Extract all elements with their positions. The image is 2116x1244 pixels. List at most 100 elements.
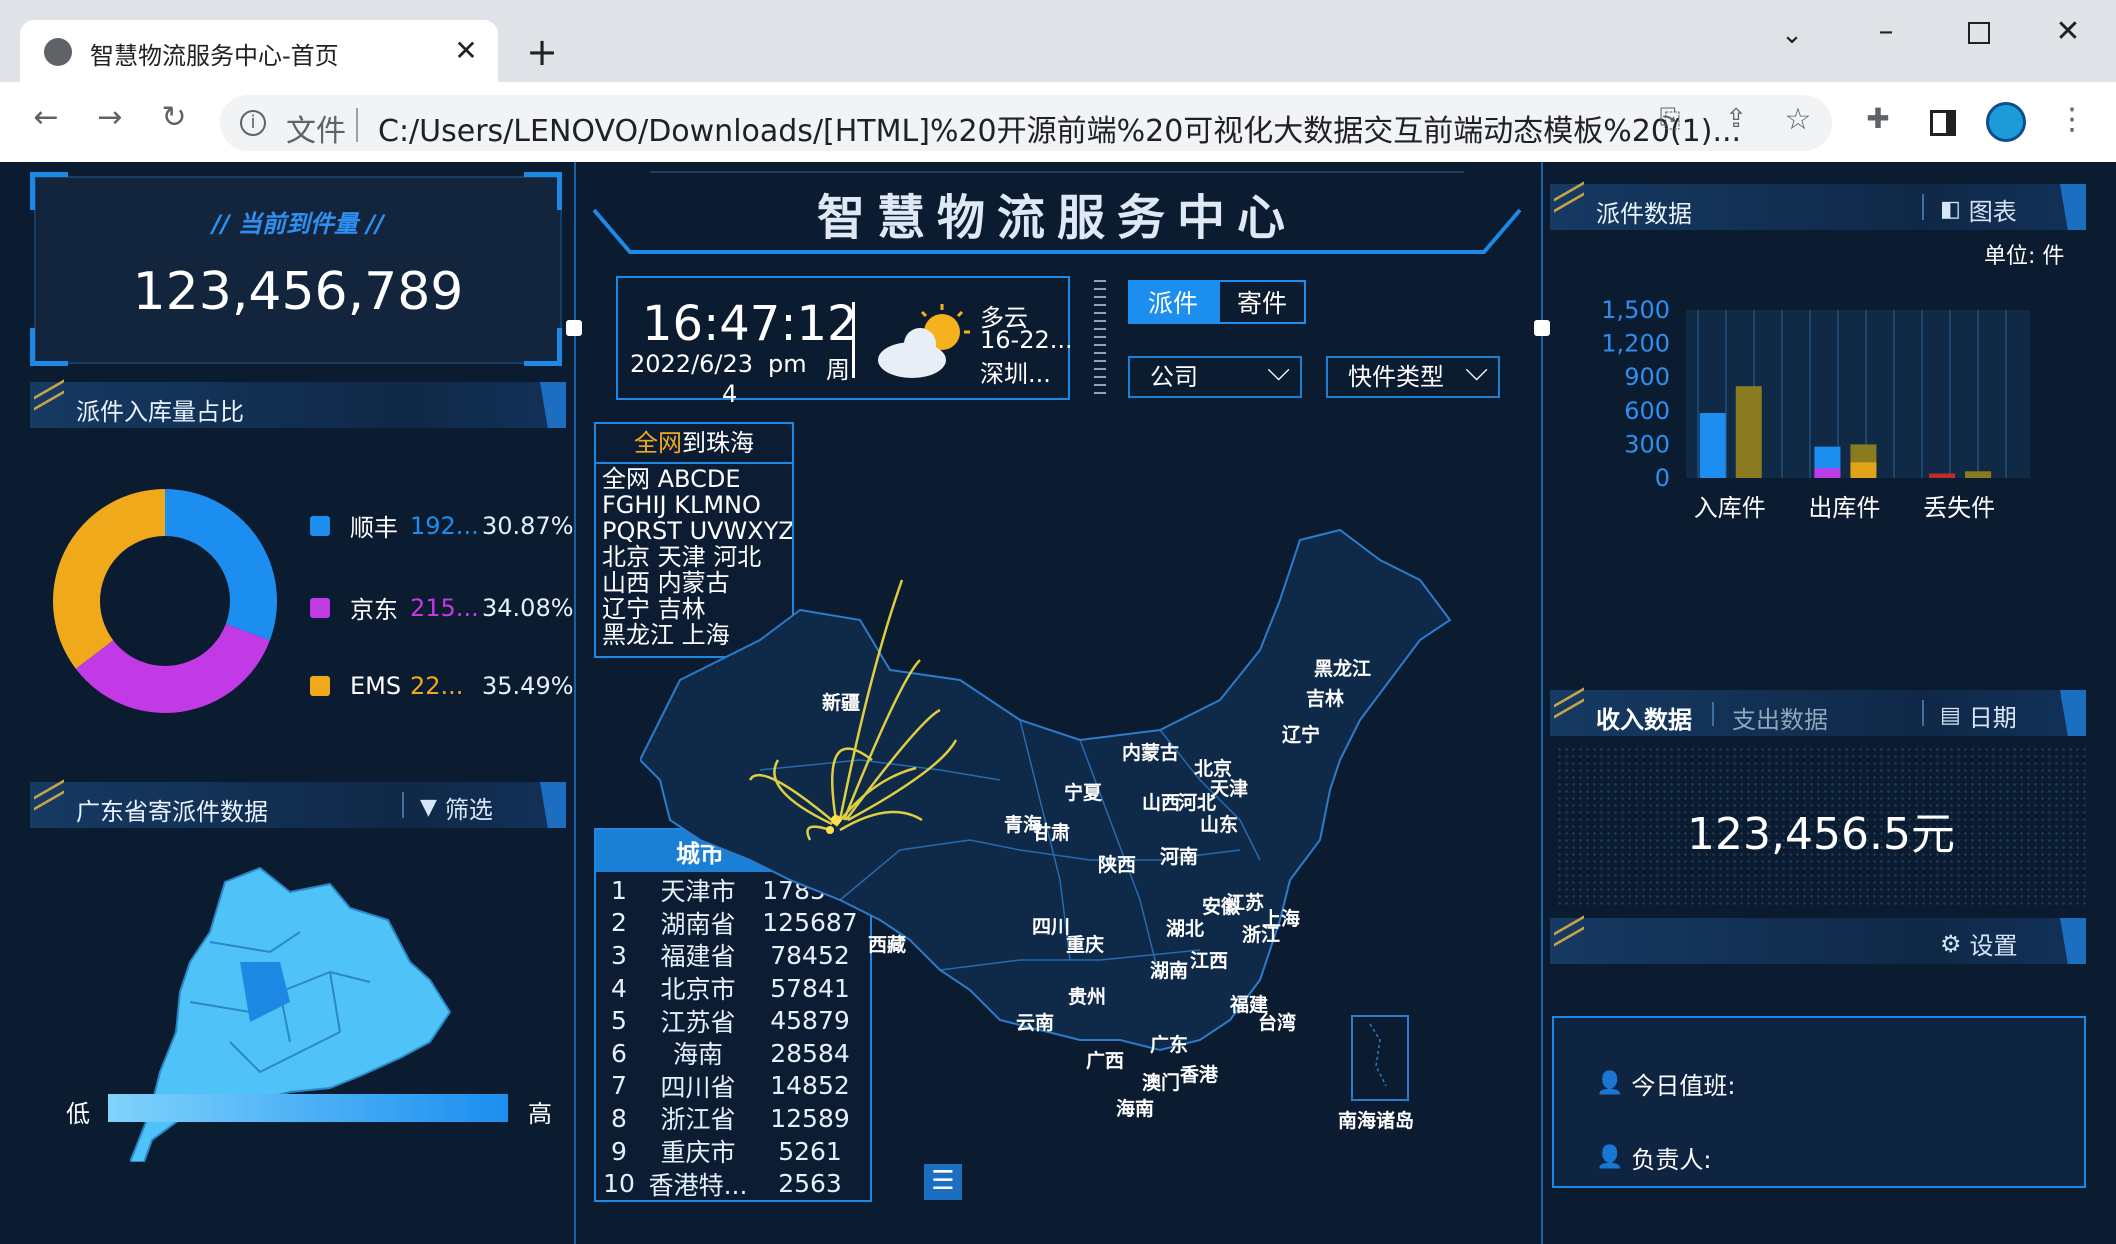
chart-icon: ◧ bbox=[1940, 197, 1961, 222]
province-label[interactable]: 澳门 bbox=[1142, 1068, 1180, 1095]
settings-button[interactable]: ⚙ 设置 bbox=[1940, 926, 2018, 961]
divider-handle[interactable] bbox=[1534, 320, 1550, 336]
bar-segment[interactable] bbox=[1850, 462, 1877, 478]
extensions-icon[interactable]: ✚ bbox=[1856, 102, 1900, 135]
donut-slice[interactable] bbox=[165, 489, 277, 641]
page-title: 智慧物流服务中心 bbox=[816, 190, 1297, 246]
tab-search-chevron-icon[interactable]: ⌄ bbox=[1770, 20, 1814, 50]
minimize-icon[interactable]: – bbox=[1864, 14, 1908, 49]
province-label[interactable]: 香港 bbox=[1180, 1060, 1218, 1087]
express-type-select[interactable]: 快件类型 ⌵ bbox=[1326, 353, 1500, 398]
info-icon[interactable]: i bbox=[240, 110, 266, 136]
gear-icon: ⚙ bbox=[1940, 929, 1962, 958]
translate-icon[interactable]: ⎘ bbox=[1648, 104, 1692, 135]
province-label[interactable]: 西藏 bbox=[868, 930, 906, 957]
x-tick-label: 丢失件 bbox=[1923, 494, 1995, 522]
province-label[interactable]: 内蒙古 bbox=[1122, 738, 1179, 765]
header-tail-decoration bbox=[540, 782, 566, 828]
close-tab-icon[interactable]: ✕ bbox=[444, 34, 488, 67]
clock-weekday: 周 bbox=[826, 356, 850, 384]
province-label[interactable]: 江苏 bbox=[1226, 888, 1264, 915]
globe-icon bbox=[44, 38, 72, 66]
share-icon[interactable]: ⇪ bbox=[1714, 104, 1758, 134]
bookmark-star-icon[interactable]: ☆ bbox=[1776, 102, 1820, 137]
reload-icon[interactable]: ↻ bbox=[152, 100, 196, 135]
province-label[interactable]: 吉林 bbox=[1306, 684, 1344, 711]
province-label[interactable]: 重庆 bbox=[1066, 930, 1104, 957]
list-menu-icon[interactable]: ☰ bbox=[924, 1164, 962, 1200]
header-divider bbox=[402, 792, 404, 818]
close-window-icon[interactable]: ✕ bbox=[2046, 14, 2090, 49]
province-label[interactable]: 江西 bbox=[1190, 946, 1228, 973]
arrival-label: // 当前到件量 // bbox=[212, 210, 384, 238]
legend-name: 顺丰 bbox=[350, 514, 398, 542]
province-label[interactable]: 新疆 bbox=[822, 688, 860, 715]
legend-value: 192... bbox=[410, 511, 479, 540]
province-label[interactable]: 湖北 bbox=[1166, 914, 1204, 941]
rank-cell: 10 bbox=[603, 1169, 635, 1199]
express-type-select-value: 快件类型 bbox=[1348, 363, 1444, 391]
province-label[interactable]: 宁夏 bbox=[1064, 778, 1102, 805]
province-label[interactable]: 云南 bbox=[1016, 1008, 1054, 1035]
province-label[interactable]: 湖南 bbox=[1150, 956, 1188, 983]
bar[interactable] bbox=[1699, 413, 1726, 478]
forward-icon[interactable]: → bbox=[88, 100, 132, 135]
company-select[interactable]: 公司 ⌵ bbox=[1128, 353, 1302, 398]
province-label[interactable]: 浙江 bbox=[1242, 920, 1280, 947]
url-text[interactable]: C:/Users/LENOVO/Downloads/[HTML]%20开源前端%… bbox=[378, 106, 1741, 150]
south-china-sea-label: 南海诸岛 bbox=[1338, 1110, 1415, 1132]
province-label[interactable]: 陕西 bbox=[1098, 850, 1136, 877]
province-label[interactable]: 广西 bbox=[1086, 1046, 1124, 1073]
province-label[interactable]: 广东 bbox=[1150, 1030, 1188, 1057]
filter-label: 筛选 bbox=[444, 796, 493, 824]
province-label[interactable]: 山西 bbox=[1142, 788, 1180, 815]
toggle-send[interactable]: 寄件 bbox=[1218, 280, 1306, 324]
tab-income[interactable]: 收入数据 bbox=[1596, 700, 1692, 735]
province-label[interactable]: 台湾 bbox=[1258, 1008, 1296, 1035]
bar[interactable] bbox=[1735, 386, 1762, 478]
y-tick-label: 600 bbox=[1624, 397, 1670, 425]
back-icon[interactable]: ← bbox=[24, 100, 68, 135]
province-label[interactable]: 山东 bbox=[1200, 810, 1238, 837]
corner-bracket bbox=[524, 328, 562, 366]
tab-expense[interactable]: 支出数据 bbox=[1732, 700, 1828, 735]
share-legend-item[interactable]: 京东 215... 34.08% bbox=[310, 590, 574, 625]
rank-cell: 9 bbox=[611, 1136, 627, 1166]
header-divider bbox=[1922, 700, 1924, 726]
url-scheme: 文件 bbox=[286, 114, 346, 149]
legend-value: 215... bbox=[410, 593, 479, 622]
menu-dots-icon[interactable]: ⋮ bbox=[2050, 102, 2094, 137]
province-label[interactable]: 四川 bbox=[1032, 912, 1070, 939]
region-row[interactable]: 全网 ABCDE bbox=[602, 466, 788, 492]
share-legend-item[interactable]: 顺丰 192... 30.87% bbox=[310, 508, 574, 543]
dispatch-panel-title: 派件数据 bbox=[1596, 200, 1692, 228]
dispatch-bar-chart: 1,500 1,200 900 600 300 0 入库件 出库件 丢失件 bbox=[1601, 296, 2030, 522]
bar-segment[interactable] bbox=[1929, 473, 1956, 478]
bar-segment[interactable] bbox=[1814, 473, 1841, 478]
province-label[interactable]: 海南 bbox=[1116, 1094, 1154, 1121]
side-panel-icon[interactable] bbox=[1930, 110, 1956, 136]
province-label[interactable]: 贵州 bbox=[1068, 982, 1106, 1009]
maximize-icon[interactable] bbox=[1968, 22, 1990, 44]
toggle-dispatch[interactable]: 派件 bbox=[1128, 280, 1218, 324]
date-button[interactable]: ▤ 日期 bbox=[1940, 698, 2017, 733]
province-label[interactable]: 辽宁 bbox=[1282, 720, 1320, 747]
divider-handle[interactable] bbox=[566, 320, 582, 336]
y-tick-label: 300 bbox=[1624, 430, 1670, 458]
province-label[interactable]: 河南 bbox=[1160, 842, 1198, 869]
rank-cell: 7 bbox=[611, 1071, 627, 1101]
chart-toggle-button[interactable]: ◧ 图表 bbox=[1940, 192, 2017, 227]
province-label[interactable]: 黑龙江 bbox=[1314, 654, 1371, 681]
new-tab-icon[interactable]: + bbox=[520, 30, 564, 74]
region-row[interactable]: FGHIJ KLMNO bbox=[602, 492, 788, 518]
province-label[interactable]: 甘肃 bbox=[1032, 818, 1070, 845]
share-legend-item[interactable]: EMS 22... 35.49% bbox=[310, 672, 574, 700]
table-row[interactable]: 10 香港特... 2563 bbox=[596, 1167, 870, 1200]
filter-button[interactable]: ▼ 筛选 bbox=[420, 790, 493, 825]
duty-row: 👤 今日值班: bbox=[1596, 1066, 1736, 1101]
ruler-decoration bbox=[1094, 280, 1106, 400]
bar-segment[interactable] bbox=[1965, 473, 1992, 478]
chevron-down-icon: ⌵ bbox=[1465, 353, 1488, 388]
profile-avatar[interactable] bbox=[1986, 102, 2026, 142]
header-tail-decoration bbox=[2060, 184, 2086, 230]
